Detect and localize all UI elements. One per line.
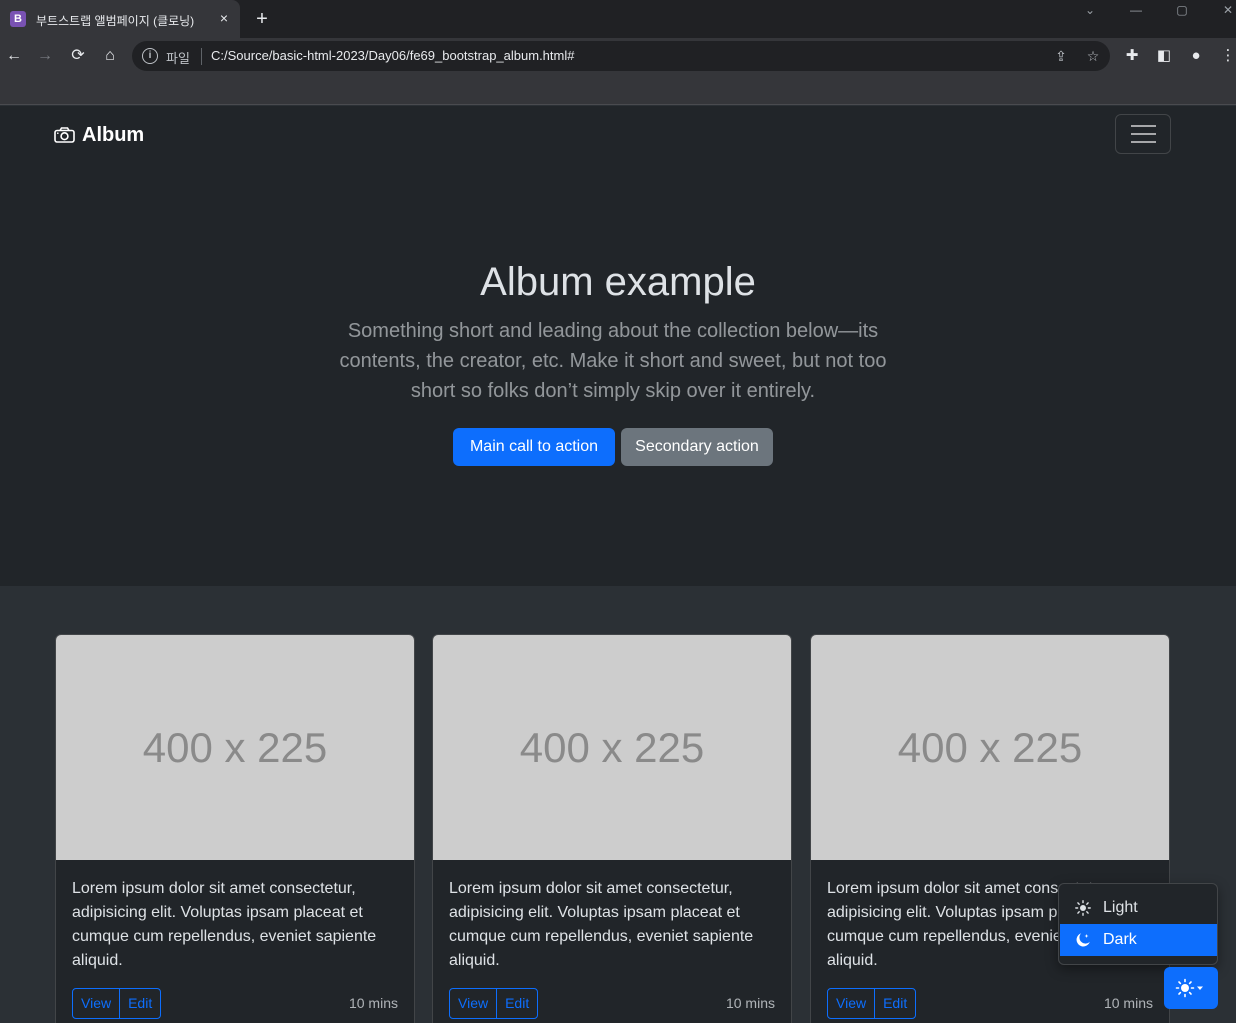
home-icon[interactable]: ⌂ bbox=[98, 44, 122, 68]
bookmark-star-icon[interactable]: ☆ bbox=[1084, 47, 1102, 65]
theme-toggle-button[interactable] bbox=[1164, 967, 1218, 1009]
side-panel-icon[interactable]: ◧ bbox=[1152, 44, 1176, 68]
new-tab-button[interactable]: + bbox=[252, 8, 272, 30]
theme-dropdown-menu: Light Dark bbox=[1058, 883, 1218, 965]
sun-icon bbox=[1075, 900, 1091, 916]
secondary-action-button[interactable]: Secondary action bbox=[621, 428, 773, 466]
url-text[interactable]: C:/Source/basic-html-2023/Day06/fe69_boo… bbox=[211, 48, 574, 63]
album-card: 400 x 225 Lorem ipsum dolor sit amet con… bbox=[55, 634, 415, 1023]
close-tab-icon[interactable]: × bbox=[216, 10, 232, 26]
edit-button[interactable]: Edit bbox=[874, 989, 915, 1018]
profile-icon[interactable]: ● bbox=[1184, 44, 1208, 68]
tab-title: 부트스트랩 앨범페이지 (클로닝) bbox=[36, 14, 195, 28]
close-window-icon[interactable]: ✕ bbox=[1213, 0, 1236, 20]
menu-kebab-icon[interactable]: ⋮ bbox=[1216, 44, 1236, 68]
forward-icon[interactable]: → bbox=[33, 44, 57, 68]
card-time: 10 mins bbox=[1103, 995, 1153, 1011]
camera-icon bbox=[54, 127, 75, 143]
card-image-placeholder: 400 x 225 bbox=[811, 635, 1169, 860]
hamburger-icon-bar bbox=[1131, 141, 1156, 143]
hero-section: Album example Something short and leadin… bbox=[0, 164, 1236, 586]
browser-toolbar: ← → ⟳ ⌂ i 파일 C:/Source/basic-html-2023/D… bbox=[0, 38, 1236, 74]
view-button[interactable]: View bbox=[450, 989, 496, 1018]
navbar-brand[interactable]: Album bbox=[54, 123, 144, 147]
navbar-toggler-button[interactable] bbox=[1115, 114, 1171, 154]
view-button[interactable]: View bbox=[73, 989, 119, 1018]
browser-tab[interactable]: B 부트스트랩 앨범페이지 (클로닝) × bbox=[0, 0, 240, 38]
omnibox-scheme-label: 파일 bbox=[166, 51, 190, 66]
album-card: 400 x 225 Lorem ipsum dolor sit amet con… bbox=[432, 634, 792, 1023]
theme-option-light[interactable]: Light bbox=[1060, 892, 1217, 924]
brand-text: Album bbox=[82, 123, 145, 146]
sun-icon bbox=[1175, 978, 1203, 998]
hero-lead: Something short and leading about the co… bbox=[339, 320, 887, 402]
info-icon[interactable]: i bbox=[142, 48, 158, 64]
view-button[interactable]: View bbox=[828, 989, 874, 1018]
bootstrap-favicon-icon: B bbox=[10, 11, 26, 27]
main-call-to-action-button[interactable]: Main call to action bbox=[453, 428, 615, 466]
card-image-placeholder: 400 x 225 bbox=[56, 635, 414, 860]
card-image-placeholder: 400 x 225 bbox=[433, 635, 791, 860]
edit-button[interactable]: Edit bbox=[119, 989, 160, 1018]
omnibox-divider bbox=[201, 48, 202, 65]
theme-option-label: Light bbox=[1103, 899, 1138, 916]
minimize-icon[interactable]: — bbox=[1121, 0, 1151, 20]
share-icon[interactable]: ⇪ bbox=[1052, 47, 1070, 65]
hamburger-icon-bar bbox=[1131, 125, 1156, 127]
hamburger-icon-bar bbox=[1131, 133, 1156, 135]
extensions-icon[interactable]: ✚ bbox=[1120, 44, 1144, 68]
card-button-group: View Edit bbox=[827, 988, 917, 1019]
page-navbar: Album bbox=[0, 106, 1236, 164]
reload-icon[interactable]: ⟳ bbox=[66, 44, 90, 68]
edit-button[interactable]: Edit bbox=[496, 989, 537, 1018]
address-bar[interactable]: i 파일 C:/Source/basic-html-2023/Day06/fe6… bbox=[132, 41, 1110, 71]
bookmarks-bar bbox=[0, 74, 1236, 105]
card-time: 10 mins bbox=[725, 995, 775, 1011]
card-time: 10 mins bbox=[348, 995, 398, 1011]
theme-option-label: Dark bbox=[1103, 931, 1137, 948]
card-button-group: View Edit bbox=[449, 988, 539, 1019]
card-text: Lorem ipsum dolor sit amet consectetur, … bbox=[449, 880, 754, 969]
maximize-icon[interactable]: ▢ bbox=[1167, 0, 1197, 20]
tab-search-icon[interactable]: ⌄ bbox=[1075, 0, 1105, 20]
card-button-group: View Edit bbox=[72, 988, 162, 1019]
moon-stars-icon bbox=[1076, 933, 1090, 947]
theme-option-dark[interactable]: Dark bbox=[1060, 924, 1217, 956]
browser-tabstrip: B 부트스트랩 앨범페이지 (클로닝) × + ⌄ — ▢ ✕ bbox=[0, 0, 1236, 38]
card-text: Lorem ipsum dolor sit amet consectetur, … bbox=[72, 880, 377, 969]
back-icon[interactable]: ← bbox=[2, 44, 26, 68]
hero-title: Album example bbox=[480, 260, 756, 304]
album-section: 400 x 225 Lorem ipsum dolor sit amet con… bbox=[0, 586, 1236, 1023]
